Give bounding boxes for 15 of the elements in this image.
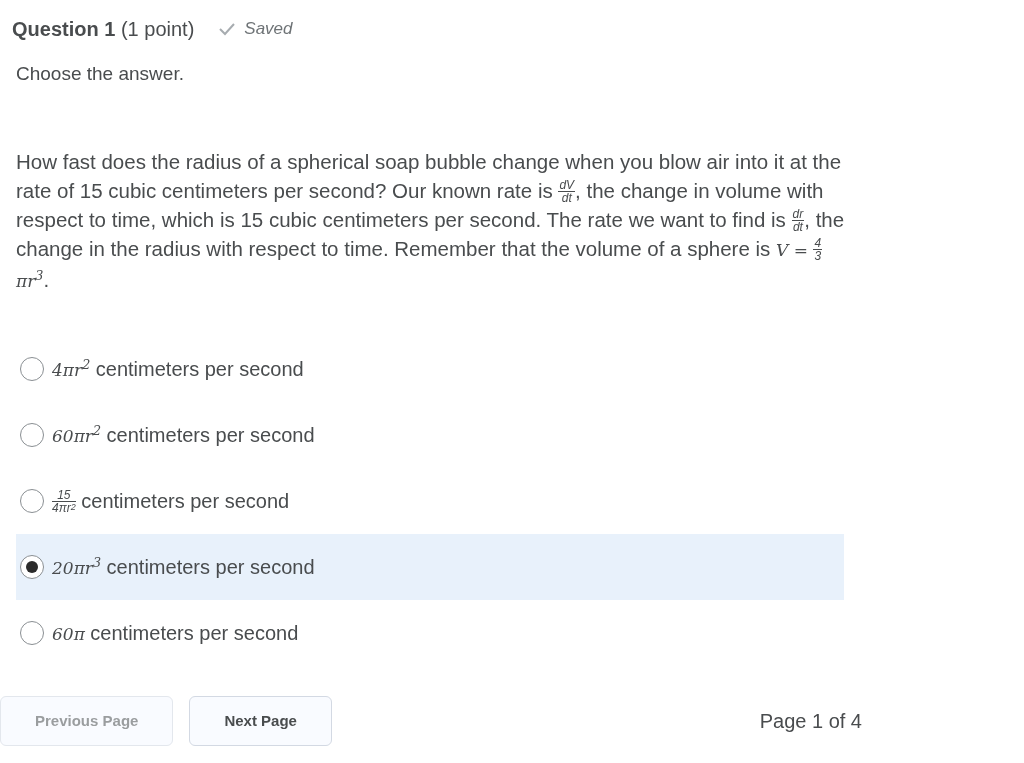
option-label[interactable]: 60πr$^{2}$ centimeters per second: [52, 419, 315, 450]
question-title: Question 1 (1 point): [12, 17, 195, 42]
option-label[interactable]: 20πr$^{3}$ centimeters per second: [52, 551, 315, 582]
radio-button[interactable]: [20, 620, 44, 645]
radio-button[interactable]: [20, 422, 44, 447]
radio-button[interactable]: [20, 554, 44, 579]
page-indicator: Page 1 of 4: [759, 708, 862, 734]
page-button[interactable]: Next Page: [189, 695, 332, 746]
instruction-text: Choose the answer.: [16, 62, 185, 86]
option-label[interactable]: 60π centimeters per second: [52, 617, 299, 648]
option-label[interactable]: 4πr$^{2}$ centimeters per second: [52, 353, 304, 384]
radio-button[interactable]: [20, 356, 44, 381]
check-icon: [218, 22, 237, 36]
radio-button[interactable]: [20, 488, 44, 513]
saved-status: Saved: [244, 18, 293, 41]
